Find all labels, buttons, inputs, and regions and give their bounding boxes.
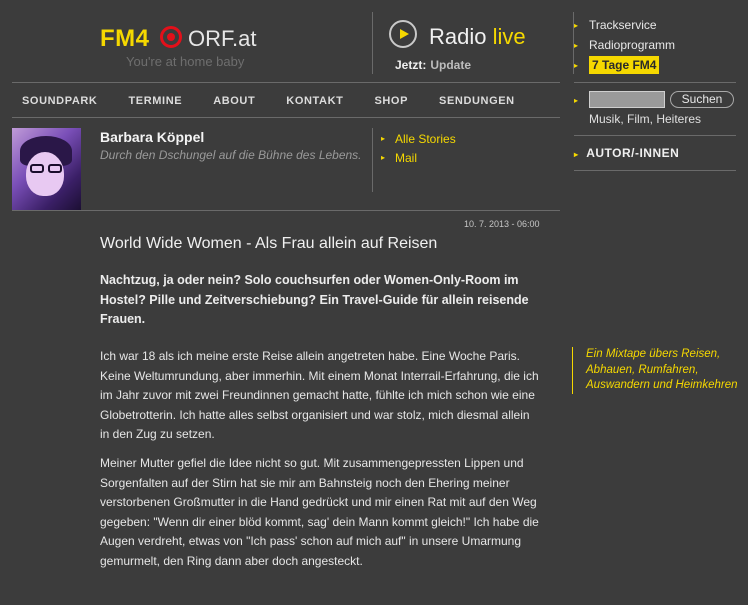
now-value: Update bbox=[430, 58, 472, 72]
service-link-label: 7 Tage FM4 bbox=[589, 56, 660, 74]
article-date: 10. 7. 2013 - 06:00 bbox=[464, 219, 540, 229]
main-nav: SOUNDPARK TERMINE ABOUT KONTAKT SHOP SEN… bbox=[12, 95, 560, 107]
play-icon[interactable] bbox=[389, 20, 417, 48]
service-links: ▸ Trackservice ▸ Radioprogramm ▸ 7 Tage FM4 bbox=[574, 15, 675, 75]
arrow-icon: ▸ bbox=[574, 96, 579, 105]
divider bbox=[12, 117, 560, 118]
article-paragraph: Ich war 18 als ich meine erste Reise all… bbox=[100, 349, 539, 441]
article-paragraph: Meiner Mutter gefiel die Idee nicht so g… bbox=[100, 456, 539, 568]
link-label: Alle Stories bbox=[395, 131, 456, 146]
author-name[interactable]: Barbara Köppel bbox=[100, 129, 204, 145]
arrow-icon: ▸ bbox=[381, 153, 386, 162]
nav-kontakt[interactable]: KONTAKT bbox=[286, 95, 343, 107]
article-title: World Wide Women - Als Frau allein auf R… bbox=[100, 235, 438, 252]
orf-logo-text[interactable]: ORF.at bbox=[188, 26, 256, 52]
author-avatar[interactable] bbox=[12, 128, 81, 210]
radio-label: Radio bbox=[429, 24, 487, 49]
arrow-icon: ▸ bbox=[381, 134, 386, 143]
nav-about[interactable]: ABOUT bbox=[213, 95, 255, 107]
avatar-face bbox=[26, 152, 64, 196]
nav-soundpark[interactable]: SOUNDPARK bbox=[22, 95, 97, 107]
now-playing: Jetzt: Update bbox=[395, 58, 471, 72]
authors-link[interactable]: ▸ AUTOR/-INNEN bbox=[574, 146, 679, 160]
avatar-glasses bbox=[48, 164, 62, 173]
service-link-trackservice[interactable]: ▸ Trackservice bbox=[574, 15, 675, 35]
arrow-icon: ▸ bbox=[574, 40, 579, 50]
arrow-icon: ▸ bbox=[574, 150, 579, 159]
related-link[interactable]: Ein Mixtape übers Reisen, Abhauen, Rumfa… bbox=[572, 347, 742, 394]
service-link-label: Radioprogramm bbox=[589, 38, 676, 52]
divider bbox=[574, 82, 736, 83]
mail-link[interactable]: ▸ Mail bbox=[381, 148, 456, 167]
arrow-icon: ▸ bbox=[574, 60, 579, 70]
author-description: Durch den Dschungel auf die Bühne des Le… bbox=[100, 148, 362, 162]
service-link-label: Trackservice bbox=[589, 18, 657, 32]
nav-sendungen[interactable]: SENDUNGEN bbox=[439, 95, 515, 107]
fm4-logo[interactable]: FM4 bbox=[100, 25, 150, 53]
nav-termine[interactable]: TERMINE bbox=[128, 95, 182, 107]
header-divider bbox=[372, 12, 373, 74]
divider bbox=[12, 210, 560, 211]
search-button[interactable]: Suchen bbox=[670, 91, 734, 108]
link-label: Mail bbox=[395, 150, 418, 165]
divider bbox=[574, 170, 736, 171]
authors-label: AUTOR/-INNEN bbox=[586, 146, 680, 160]
now-label: Jetzt: bbox=[395, 58, 427, 72]
nav-shop[interactable]: SHOP bbox=[374, 95, 408, 107]
service-link-radioprogramm[interactable]: ▸ Radioprogramm bbox=[574, 35, 675, 55]
service-link-7-tage-fm4[interactable]: ▸ 7 Tage FM4 bbox=[574, 55, 675, 75]
radio-live-link[interactable]: Radio live bbox=[429, 24, 526, 50]
author-divider bbox=[372, 128, 373, 192]
orf-logo-icon bbox=[160, 26, 182, 48]
tagline: You're at home baby bbox=[126, 54, 245, 69]
divider bbox=[12, 82, 560, 83]
live-label: live bbox=[492, 24, 526, 49]
search-input[interactable] bbox=[589, 91, 665, 108]
author-links: ▸ Alle Stories ▸ Mail bbox=[381, 129, 456, 167]
article-lead: Nachtzug, ja oder nein? Solo couchsurfen… bbox=[100, 273, 529, 326]
all-stories-link[interactable]: ▸ Alle Stories bbox=[381, 129, 456, 148]
arrow-icon: ▸ bbox=[574, 20, 579, 30]
divider bbox=[574, 135, 736, 136]
search-hint: Musik, Film, Heiteres bbox=[589, 112, 702, 126]
avatar-glasses bbox=[30, 164, 44, 173]
